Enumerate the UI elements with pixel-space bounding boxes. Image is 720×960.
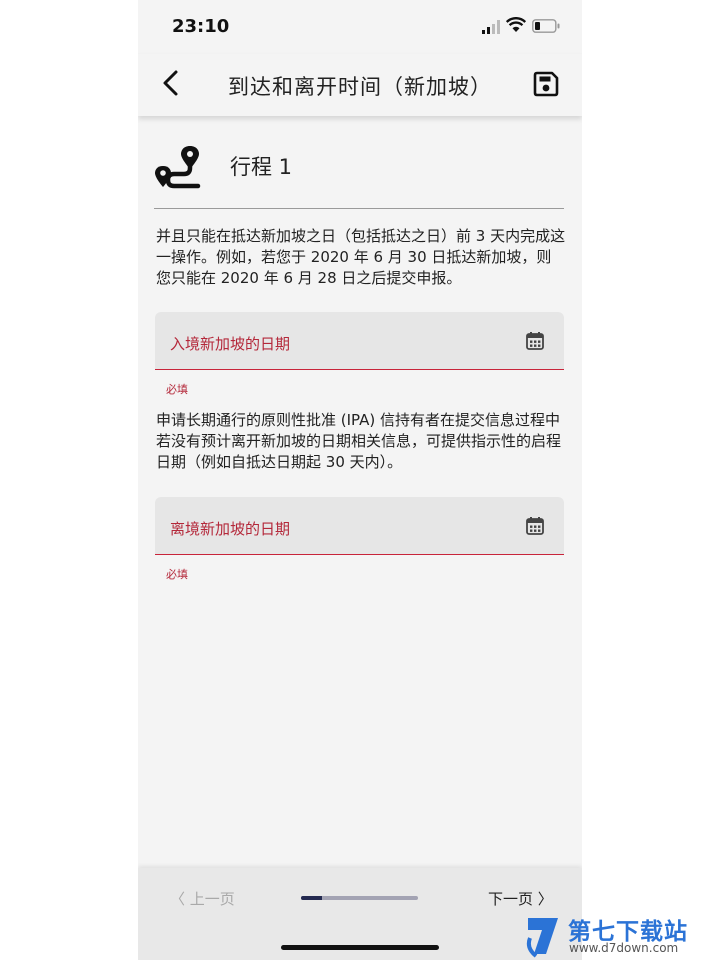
status-bar: 23:10	[138, 0, 582, 54]
calendar-icon[interactable]	[526, 332, 544, 350]
departure-date-field[interactable]: 离境新加坡的日期	[155, 497, 564, 555]
notice-text-ipa: 申请长期通行的原则性批准 (IPA) 信持有者在提交信息过程中若没有预计离开新加…	[156, 411, 562, 471]
watermark-url: www.d7down.com	[569, 941, 679, 955]
calendar-icon[interactable]	[526, 517, 544, 535]
route-icon	[155, 146, 201, 189]
previous-page-button[interactable]: 〈 上一页	[170, 888, 235, 909]
arrival-date-label: 入境新加坡的日期	[170, 335, 291, 353]
back-arrow-icon[interactable]	[158, 68, 184, 98]
save-icon[interactable]	[532, 70, 560, 98]
arrival-required-hint: 必填	[166, 383, 188, 396]
notice-text-timing: 并且只能在抵达新加坡之日（包括抵达之日）前 3 天内完成这一操作。例如，若您于 …	[156, 227, 566, 287]
bottom-nav-bar: 〈 上一页 下一页 〉	[138, 868, 582, 960]
progress-fill	[301, 896, 323, 900]
departure-date-label: 离境新加坡的日期	[170, 520, 291, 538]
cellular-signal-icon	[482, 20, 500, 34]
progress-bar	[301, 896, 418, 900]
battery-icon	[532, 19, 560, 33]
watermark-logo-icon	[526, 918, 558, 958]
arrival-date-field[interactable]: 入境新加坡的日期	[155, 312, 564, 370]
wifi-icon	[506, 17, 526, 32]
status-time: 23:10	[172, 16, 230, 37]
phone-screen: 23:10 到达和离开时间（新加坡） 行程 1 并且只能在抵达新加坡之日（包括抵…	[138, 0, 582, 960]
page-title: 到达和离开时间（新加坡）	[228, 75, 492, 99]
next-page-button[interactable]: 下一页 〉	[488, 888, 553, 909]
app-bar: 到达和离开时间（新加坡）	[138, 54, 582, 116]
divider	[154, 208, 564, 209]
trip-title: 行程 1	[230, 155, 293, 179]
departure-required-hint: 必填	[166, 568, 188, 581]
home-indicator	[281, 945, 439, 950]
site-watermark: 第七下载站 www.d7down.com	[522, 910, 718, 960]
